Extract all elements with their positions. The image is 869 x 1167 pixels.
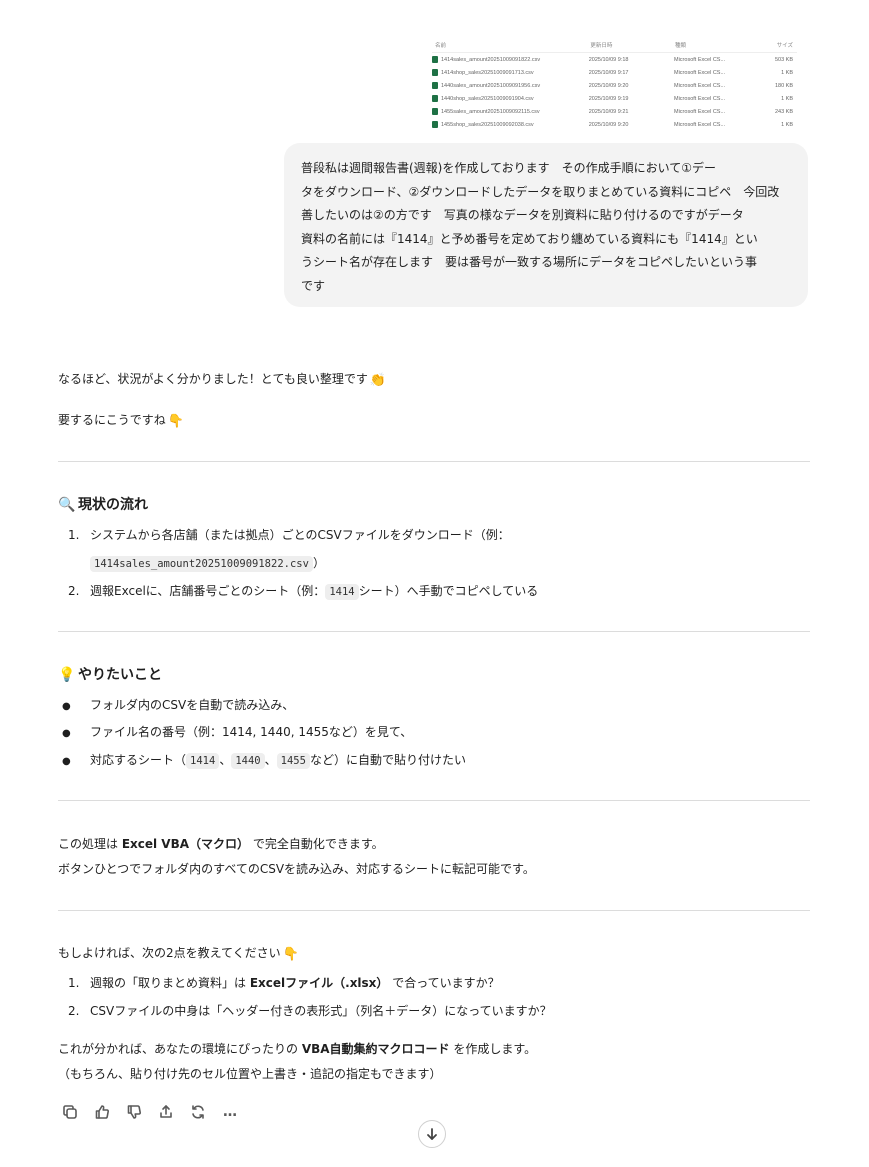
thumbs-down-icon [127, 1105, 141, 1119]
file-type-cell: Microsoft Excel CS... [674, 121, 726, 128]
excel-csv-icon [432, 108, 438, 115]
column-date: 更新日時 [590, 43, 613, 49]
magnifier-icon: 🔍 [58, 497, 76, 513]
vba-description: ボタンひとつでフォルダ内のすべてのCSVを読み込み、対応するシートに転記可能です… [58, 862, 535, 876]
pointing-down-icon: 👇 [282, 947, 299, 962]
file-type-cell: Microsoft Excel CS... [674, 82, 726, 89]
copy-button[interactable] [60, 1102, 80, 1122]
filename-code: 1414sales_amount20251009091822.csv [90, 556, 313, 572]
lightbulb-icon: 💡 [58, 667, 76, 683]
sheet-code: 1455 [276, 753, 310, 769]
file-size-cell: 503 KB [774, 56, 794, 63]
message-actions: … [60, 1102, 240, 1122]
list-item: 2. 週報Excelに、店舗番号ごとのシート（例： 1414 シート）へ手動でコピペし… [68, 584, 539, 600]
excel-csv-icon [432, 121, 438, 128]
copy-icon [63, 1105, 77, 1119]
file-type-cell: Microsoft Excel CS... [674, 56, 726, 63]
closing-note: （もちろん、貼り付け先のセル位置や上書き・追記の指定もできます） [58, 1067, 442, 1081]
clap-icon: 👏 [369, 373, 387, 388]
user-message-bubble: 普段私は週間報告書(週報)を作成しております その作成手順において①デー タをダ… [284, 143, 808, 307]
file-name-cell: 1440sales_amount20251009091956.csv [432, 82, 589, 89]
file-name-cell: 1455sales_amount20251009092115.csv [432, 108, 589, 115]
bullet-icon: ● [62, 701, 71, 712]
file-type-cell: Microsoft Excel CS... [674, 69, 726, 76]
file-size-cell: 1 KB [781, 69, 794, 76]
file-date-cell: 2025/10/09 9:20 [588, 82, 629, 89]
user-message-line: 善したいのは②の方です 写真の様なデータを別資料に貼り付けるのですがデータ [301, 208, 744, 222]
file-row[interactable]: 1440sales_amount20251009091956.csv 2025/1… [432, 79, 797, 92]
sheet-code: 1414 [186, 753, 220, 769]
thumbs-up-button[interactable] [92, 1102, 112, 1122]
user-message-line: うシート名が存在します 要は番号が一致する場所にデータをコピペしたいという事 [301, 255, 758, 269]
file-date-cell: 2025/10/09 9:21 [588, 108, 629, 115]
file-row[interactable]: 1414sales_amount20251009091822.csv 2025/1… [432, 53, 797, 66]
more-button[interactable]: … [220, 1102, 240, 1122]
share-button[interactable] [156, 1102, 176, 1122]
list-item-continuation: 1414sales_amount20251009091822.csv） [90, 554, 325, 572]
file-name-cell: 1440shop_sales20251009091904.csv [432, 95, 589, 102]
sheet-code: 1414 [325, 584, 359, 600]
divider [58, 461, 810, 462]
pointing-down-icon: 👇 [167, 414, 184, 429]
file-size-cell: 1 KB [781, 95, 794, 102]
user-message-line: 資料の名前には『1414』と予め番号を定めており纏めている資料にも『1414』と… [301, 231, 758, 246]
list-item: ● ファイル名の番号（例：1414, 1440, 1455など）を見て、 [62, 725, 413, 739]
file-size-cell: 1 KB [781, 121, 794, 128]
divider [58, 910, 810, 911]
thumbs-down-button[interactable] [124, 1102, 144, 1122]
scroll-to-bottom-button[interactable] [418, 1120, 446, 1148]
user-message-line: タをダウンロード、②ダウンロードしたデータを取りまとめている資料にコピペ 今回改 [301, 184, 780, 199]
file-size-cell: 243 KB [774, 108, 794, 115]
file-type-cell: Microsoft Excel CS... [674, 108, 726, 115]
file-name-cell: 1414sales_amount20251009091822.csv [432, 56, 589, 63]
closing-statement: これが分かれば、あなたの環境にぴったりの VBA自動集約マクロコード を作成しま… [58, 1042, 537, 1056]
file-date-cell: 2025/10/09 9:17 [588, 69, 629, 76]
section-heading-current-flow: 🔍 現状の流れ [58, 497, 148, 513]
list-item: 1. システムから各店舗（または拠点）ごとのCSVファイルをダウンロード（例： [68, 528, 510, 542]
bullet-icon: ● [62, 728, 71, 739]
file-date-cell: 2025/10/09 9:19 [588, 95, 629, 102]
user-message-line: です [301, 278, 326, 293]
column-type: 種類 [674, 43, 686, 49]
regenerate-icon [192, 1105, 204, 1119]
file-row[interactable]: 1455shop_sales20251009092038.csv 2025/10/… [432, 118, 797, 131]
intro-text: なるほど、状況がよく分かりました！とても良い整理です 👏 [58, 372, 387, 388]
regenerate-button[interactable] [188, 1102, 208, 1122]
bullet-icon: ● [62, 756, 71, 767]
vba-statement: この処理は Excel VBA（マクロ） で完全自動化できます。 [58, 837, 384, 851]
sheet-code: 1440 [231, 753, 265, 769]
file-name-cell: 1455shop_sales20251009092038.csv [432, 121, 589, 128]
excel-csv-icon [432, 95, 438, 102]
divider [58, 800, 810, 801]
question-item: 2. CSVファイルの中身は「ヘッダー付きの表形式」（列名＋データ）になっています… [68, 1004, 552, 1018]
file-list-screenshot: 名前 更新日時 種類 サイズ 1414sales_amount202510090… [432, 38, 797, 138]
column-size: サイズ [776, 43, 793, 49]
file-date-cell: 2025/10/09 9:18 [588, 56, 629, 63]
file-date-cell: 2025/10/09 9:20 [588, 121, 629, 128]
file-type-cell: Microsoft Excel CS... [674, 95, 726, 102]
file-row[interactable]: 1455sales_amount20251009092115.csv 2025/1… [432, 105, 797, 118]
list-item: ● 対応するシート（ 1414、 1440、 1455 など）に自動で貼り付けたい [62, 753, 466, 769]
question-lead: もしよければ、次の2点を教えてください 👇 [58, 946, 299, 962]
question-item: 1. 週報の「取りまとめ資料」は Excelファイル（.xlsx） で合っています… [68, 976, 500, 990]
share-icon [160, 1105, 172, 1118]
file-list-header: 名前 更新日時 種類 サイズ [432, 38, 797, 53]
list-item: ● フォルダ内のCSVを自動で読み込み、 [62, 698, 295, 712]
divider [58, 631, 810, 632]
more-icon: … [223, 1104, 237, 1120]
file-name-cell: 1414shop_sales20251009091713.csv [432, 69, 589, 76]
user-message-line: 普段私は週間報告書(週報)を作成しております その作成手順において①デー [301, 161, 717, 175]
excel-csv-icon [432, 69, 438, 76]
file-row[interactable]: 1440shop_sales20251009091904.csv 2025/10/… [432, 92, 797, 105]
section-heading-goal: 💡 やりたいこと [58, 667, 162, 683]
summary-lead: 要するにこうですね 👇 [58, 413, 184, 429]
excel-csv-icon [432, 82, 438, 89]
excel-csv-icon [432, 56, 438, 63]
arrow-down-icon [427, 1128, 437, 1140]
thumbs-up-icon [95, 1105, 109, 1119]
file-row[interactable]: 1414shop_sales20251009091713.csv 2025/10/… [432, 66, 797, 79]
column-name: 名前 [435, 43, 447, 49]
file-size-cell: 180 KB [774, 82, 794, 89]
